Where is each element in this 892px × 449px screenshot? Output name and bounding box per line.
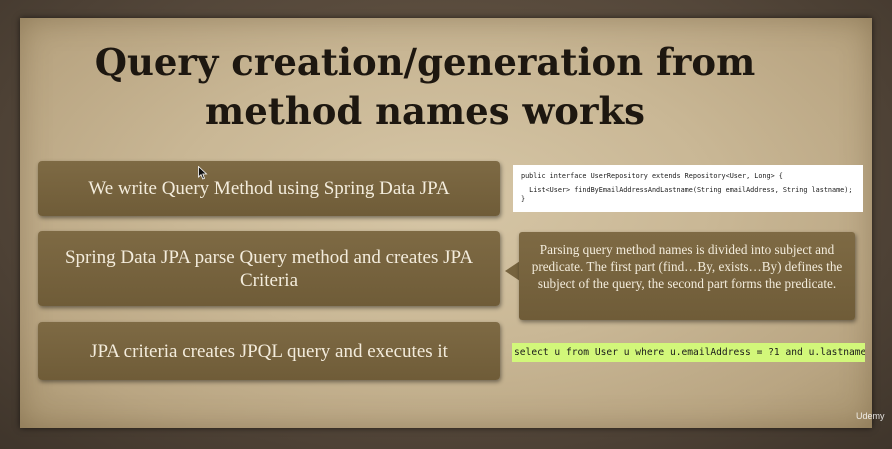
- code-line: List<User> findByEmailAddressAndLastname…: [521, 186, 853, 194]
- callout-text: Parsing query method names is divided in…: [531, 242, 843, 291]
- step-label: Spring Data JPA parse Query method and c…: [64, 246, 474, 291]
- callout-pointer: [505, 261, 520, 281]
- mouse-pointer-icon: [198, 165, 208, 180]
- slide-title-line-1: Query creation/generation from: [94, 40, 756, 84]
- watermark-text: Udemy: [856, 411, 885, 421]
- step-box-parse-query-method: Spring Data JPA parse Query method and c…: [38, 231, 500, 306]
- callout-box: Parsing query method names is divided in…: [519, 232, 855, 320]
- code-snippet: public interface UserRepository extends …: [513, 165, 863, 212]
- code-line: }: [521, 195, 526, 203]
- slide-title: Query creation/generation from method na…: [60, 38, 790, 136]
- step-label: JPA criteria creates JPQL query and exec…: [90, 340, 448, 362]
- step-box-write-query-method: We write Query Method using Spring Data …: [38, 161, 500, 216]
- step-box-jpql-query: JPA criteria creates JPQL query and exec…: [38, 322, 500, 380]
- jpql-query-highlight: select u from User u where u.emailAddres…: [512, 343, 865, 362]
- code-line: public interface UserRepository extends …: [521, 172, 783, 180]
- slide-title-line-2: method names works: [205, 89, 645, 133]
- step-label: We write Query Method using Spring Data …: [88, 178, 450, 199]
